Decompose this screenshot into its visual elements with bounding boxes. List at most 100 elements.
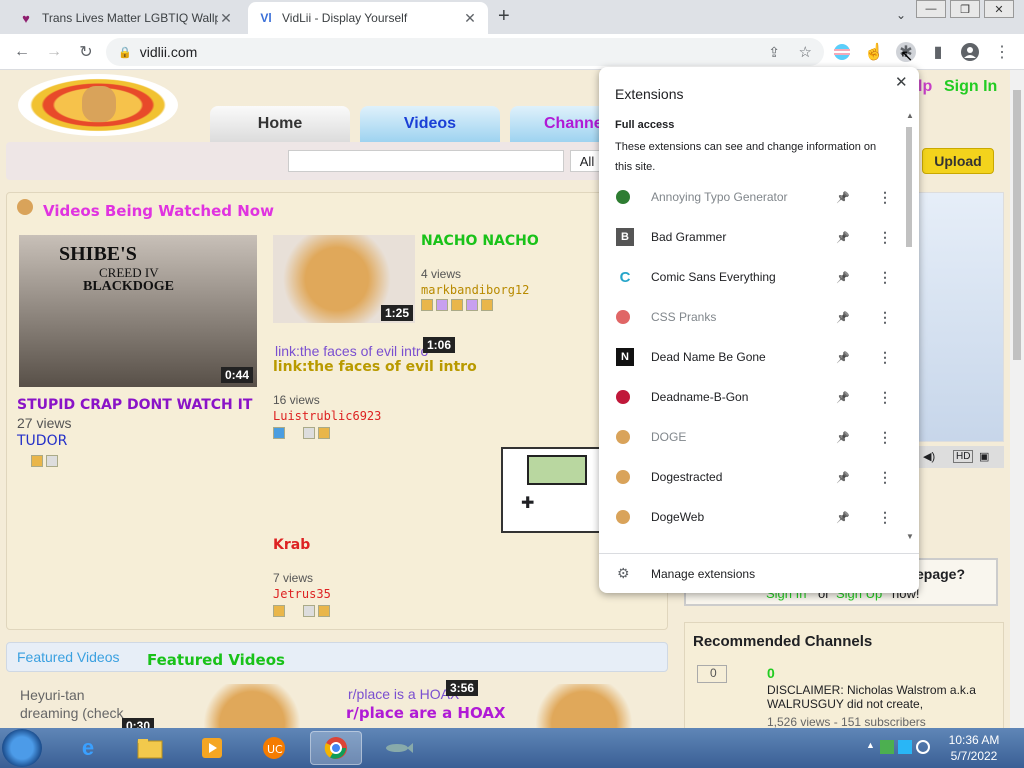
extension-row[interactable]: Deadname-B-Gon 📌 ⋮: [599, 377, 903, 417]
video-thumbnail-alt[interactable]: link:the faces of evil intro: [275, 343, 428, 359]
featured-thumbnail-alt[interactable]: r/place is a HOAX: [348, 686, 459, 702]
extension-row[interactable]: N Dead Name Be Gone 📌 ⋮: [599, 337, 903, 377]
channel-avatar-alt[interactable]: 0: [697, 665, 727, 683]
file-explorer-icon[interactable]: [124, 731, 176, 765]
hand-extension-icon[interactable]: ☝: [864, 42, 884, 62]
side-panel-icon[interactable]: ▮: [928, 42, 948, 62]
profile-avatar-icon[interactable]: [960, 42, 980, 62]
tab-search-chevron-icon[interactable]: ⌄: [896, 8, 906, 22]
address-bar[interactable]: 🔒 vidlii.com ⇪ ☆: [106, 38, 824, 66]
close-tab-icon[interactable]: ✕: [218, 10, 234, 27]
pin-icon[interactable]: 📌: [836, 351, 850, 364]
site-search-input[interactable]: [288, 150, 564, 172]
video-title[interactable]: Krab: [273, 537, 310, 553]
pin-icon[interactable]: 📌: [836, 391, 850, 404]
close-tab-icon[interactable]: ✕: [462, 10, 478, 27]
manage-extensions-row[interactable]: ⚙ Manage extensions: [599, 553, 919, 593]
fullscreen-icon[interactable]: ▣: [979, 450, 989, 463]
hd-icon[interactable]: HD: [953, 450, 974, 463]
forward-arrow-icon[interactable]: →: [44, 42, 64, 62]
extension-row[interactable]: C Comic Sans Everything 📌 ⋮: [599, 257, 903, 297]
share-icon[interactable]: ⇪: [768, 44, 780, 61]
uc-browser-icon[interactable]: UC: [248, 731, 300, 765]
featured-thumbnail[interactable]: [514, 684, 654, 728]
more-options-icon[interactable]: ⋮: [878, 389, 892, 406]
skull-icon: [616, 390, 630, 404]
nav-tab-channels[interactable]: Channe: [510, 106, 610, 142]
extension-list: Annoying Typo Generator 📌 ⋮ B Bad Grammer 📌 ⋮ C…: [599, 177, 903, 553]
featured-video-title[interactable]: Heyuri-tan dreaming (check: [20, 686, 140, 722]
pin-icon[interactable]: 📌: [836, 471, 850, 484]
media-player-icon[interactable]: [186, 731, 238, 765]
extension-name: Dead Name Be Gone: [651, 350, 766, 364]
browser-menu-icon[interactable]: ⋮: [992, 42, 1012, 62]
volume-icon[interactable]: ◀): [923, 450, 935, 463]
uploader-link[interactable]: markbandiborg12: [421, 283, 529, 297]
trans-flag-extension-icon[interactable]: [832, 42, 852, 62]
video-thumbnail[interactable]: 1:25: [273, 235, 415, 323]
mouse-cursor-icon: ↖: [900, 48, 914, 65]
nav-tab-home[interactable]: Home: [210, 106, 350, 142]
uploader-link[interactable]: Luistrublic6923: [273, 409, 381, 423]
pin-icon[interactable]: 📌: [836, 271, 850, 284]
tray-display-icon[interactable]: [898, 740, 912, 754]
nav-tab-videos[interactable]: Videos: [360, 106, 500, 142]
pin-icon[interactable]: 📌: [836, 431, 850, 444]
minimize-button[interactable]: —: [916, 0, 946, 18]
featured-video-title[interactable]: r/place are a HOAX: [346, 704, 506, 722]
close-window-button[interactable]: ✕: [984, 0, 1014, 18]
extension-row[interactable]: CSS Pranks 📌 ⋮: [599, 297, 903, 337]
video-title[interactable]: link:the faces of evil intro: [273, 359, 477, 375]
pin-icon[interactable]: 📌: [836, 231, 850, 244]
more-options-icon[interactable]: ⋮: [878, 509, 892, 526]
more-options-icon[interactable]: ⋮: [878, 429, 892, 446]
tray-show-hidden-icon[interactable]: ▲: [866, 740, 880, 754]
pin-icon[interactable]: 📌: [836, 511, 850, 524]
featured-thumbnail[interactable]: [182, 684, 322, 728]
upload-button[interactable]: Upload: [922, 148, 994, 174]
sign-in-link[interactable]: Sign In: [944, 78, 997, 96]
more-options-icon[interactable]: ⋮: [878, 269, 892, 286]
uploader-link[interactable]: Jetrus35: [273, 587, 331, 601]
back-arrow-icon[interactable]: ←: [12, 42, 32, 62]
reload-icon[interactable]: ↻: [76, 42, 96, 62]
extension-list-scrollbar[interactable]: ▲ ▼: [905, 111, 915, 541]
extension-row[interactable]: DOGE 📌 ⋮: [599, 417, 903, 457]
taskbar-clock[interactable]: 10:36 AM 5/7/2022: [946, 732, 1002, 764]
featured-icon-alt: Featured Videos: [17, 649, 120, 665]
chrome-icon[interactable]: [310, 731, 362, 765]
tray-network-icon[interactable]: [880, 740, 894, 754]
featured-player-preview[interactable]: [918, 192, 1004, 442]
tab-vidlii[interactable]: Vl VidLii - Display Yourself ✕: [248, 2, 488, 34]
pin-icon[interactable]: 📌: [836, 311, 850, 324]
more-options-icon[interactable]: ⋮: [878, 469, 892, 486]
n-icon: N: [616, 348, 634, 366]
vidlii-doge-logo[interactable]: [18, 74, 178, 136]
extension-row[interactable]: Annoying Typo Generator 📌 ⋮: [599, 177, 903, 217]
start-button[interactable]: [2, 729, 42, 767]
pin-icon[interactable]: 📌: [836, 191, 850, 204]
help-link[interactable]: lp: [918, 78, 932, 96]
page-scrollbar[interactable]: [1010, 70, 1024, 728]
more-options-icon[interactable]: ⋮: [878, 309, 892, 326]
more-options-icon[interactable]: ⋮: [878, 349, 892, 366]
uploader-link[interactable]: TUDOR: [17, 433, 67, 449]
extension-row[interactable]: Dogestracted 📌 ⋮: [599, 457, 903, 497]
more-options-icon[interactable]: ⋮: [878, 229, 892, 246]
maximize-button[interactable]: ❐: [950, 0, 980, 18]
new-tab-button[interactable]: +: [498, 5, 510, 28]
close-icon[interactable]: ✕: [895, 73, 908, 91]
extension-row[interactable]: B Bad Grammer 📌 ⋮: [599, 217, 903, 257]
tab-trans-lives-matter[interactable]: ♥ Trans Lives Matter LGBTIQ Wallpe ✕: [8, 2, 244, 34]
video-thumbnail[interactable]: SHIBE'S CREED IV BLACKDOGE 0:44: [19, 235, 257, 387]
video-title[interactable]: NACHO NACHO: [421, 233, 539, 249]
extension-row[interactable]: DogeWeb 📌 ⋮: [599, 497, 903, 537]
channel-name[interactable]: 0: [767, 665, 775, 681]
bookmark-star-icon[interactable]: ☆: [799, 43, 812, 61]
more-options-icon[interactable]: ⋮: [878, 189, 892, 206]
internet-explorer-icon[interactable]: e: [62, 731, 114, 765]
fish-app-icon[interactable]: [372, 731, 424, 765]
video-thumbnail[interactable]: ✚: [501, 447, 601, 533]
tray-volume-icon[interactable]: [916, 740, 930, 754]
video-title[interactable]: STUPID CRAP DONT WATCH IT: [17, 397, 252, 413]
